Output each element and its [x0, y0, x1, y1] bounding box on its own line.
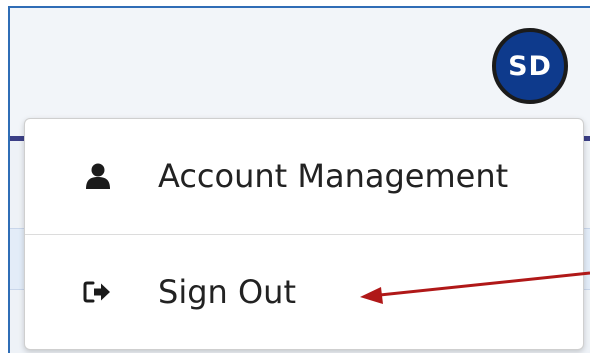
- menu-item-label: Account Management: [158, 157, 509, 195]
- menu-item-sign-out[interactable]: Sign Out: [25, 235, 583, 349]
- sign-out-icon: [83, 277, 113, 307]
- user-avatar-button[interactable]: SD: [492, 28, 568, 104]
- user-dropdown-menu: Account Management Sign Out: [24, 118, 584, 350]
- avatar-initials: SD: [508, 50, 552, 82]
- menu-item-label: Sign Out: [158, 273, 296, 311]
- user-icon: [83, 161, 113, 191]
- menu-item-account-management[interactable]: Account Management: [25, 119, 583, 233]
